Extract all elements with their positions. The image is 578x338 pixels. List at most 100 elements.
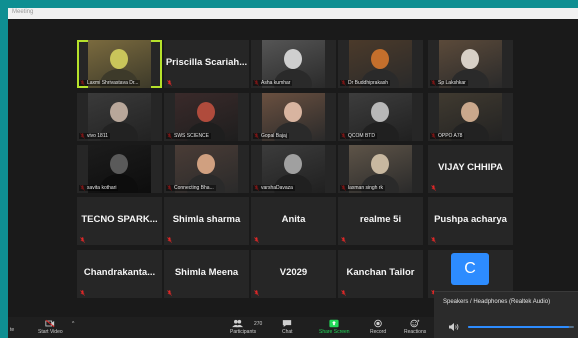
participant-name: TECNO SPARK... <box>81 214 158 225</box>
participant-tile[interactable]: realme 5i <box>338 197 423 245</box>
participant-tile[interactable]: Priscilla Scariah... <box>164 40 249 88</box>
participant-tile[interactable]: Shimla Meena <box>164 250 249 298</box>
participant-tile[interactable]: OPPO A78 <box>428 93 513 141</box>
participants-button[interactable]: 270 Participants <box>230 319 262 335</box>
participant-name: Kanchan Tailor <box>346 267 415 278</box>
volume-slider[interactable] <box>468 326 574 328</box>
mic-muted-icon <box>80 237 85 243</box>
participant-tile[interactable]: Pushpa acharya <box>428 197 513 245</box>
participant-tile[interactable]: Gopal Bajaj <box>251 93 336 141</box>
audio-device-popup: Speakers / Headphones (Realtek Audio) <box>434 291 578 338</box>
participant-name: Chandrakanta... <box>83 267 156 278</box>
participant-name: realme 5i <box>359 214 402 225</box>
participant-tile[interactable]: VIJAY CHHIPA <box>428 145 513 193</box>
volume-slider-fill <box>468 326 569 328</box>
participant-name: Anita <box>281 214 306 225</box>
window-titlebar: Meeting <box>8 8 578 19</box>
participant-name: Pushpa acharya <box>434 214 507 225</box>
toolbar-partial-item[interactable]: te <box>10 327 14 333</box>
participant-name: Priscilla Scariah... <box>165 57 248 68</box>
gallery-view: Laxmi Shrivastava Dr... Priscilla Scariah… <box>8 19 578 317</box>
participant-name: Shimla Meena <box>174 267 239 278</box>
caret-up-icon: ^ <box>72 321 75 327</box>
participant-silhouette <box>461 49 479 69</box>
participant-silhouette <box>110 154 128 174</box>
participant-silhouette <box>284 154 302 174</box>
participant-caption: Gopal Bajaj <box>253 133 289 139</box>
mic-muted-icon <box>341 237 346 243</box>
reactions-button[interactable]: Reactions <box>404 319 426 335</box>
toolbar-partial-label: te <box>10 327 15 333</box>
participant-caption: Connecting Bha... <box>166 185 216 191</box>
participant-silhouette <box>371 49 389 69</box>
participant-caption: Sp Lakshkar <box>430 80 468 86</box>
participant-caption: SWS SCIENCE <box>166 133 212 139</box>
participant-caption: laxman singh rk <box>340 185 386 191</box>
mic-muted-icon <box>167 80 172 86</box>
participant-tile[interactable]: Shimla sharma <box>164 197 249 245</box>
smiley-plus-icon <box>410 319 420 328</box>
participant-caption: OPPO A78 <box>430 133 465 139</box>
share-screen-label: Share Screen <box>319 329 350 335</box>
record-label: Record <box>370 329 387 335</box>
mic-muted-icon <box>341 290 346 296</box>
mic-muted-icon <box>431 185 436 191</box>
participants-count: 270 <box>254 321 263 327</box>
participant-tile[interactable]: Laxmi Shrivastava Dr... <box>77 40 162 88</box>
participant-tile[interactable]: Dr Buddhiprakash <box>338 40 423 88</box>
video-options-caret[interactable]: ^ <box>72 321 74 327</box>
participant-tile[interactable]: Asha kumhar <box>251 40 336 88</box>
participant-caption: varshaDavaza <box>253 185 295 191</box>
video-off-icon <box>45 319 55 328</box>
participant-tile[interactable]: Sp Lakshkar <box>428 40 513 88</box>
speaker-volume-icon <box>449 323 459 331</box>
participant-tile[interactable]: Anita <box>251 197 336 245</box>
participant-avatar: C <box>451 253 489 285</box>
participant-tile[interactable]: V2029 <box>251 250 336 298</box>
reactions-label: Reactions <box>404 329 427 335</box>
participant-tile[interactable]: vivo 1811 <box>77 93 162 141</box>
participant-caption: Dr Buddhiprakash <box>340 80 391 86</box>
share-screen-button[interactable]: Share Screen <box>319 319 350 335</box>
mic-muted-icon <box>254 237 259 243</box>
participant-silhouette <box>197 102 215 122</box>
start-video-button[interactable]: Start Video <box>38 319 63 335</box>
participant-tile[interactable]: TECNO SPARK... <box>77 197 162 245</box>
participant-tile[interactable]: savita kothari <box>77 145 162 193</box>
chat-button[interactable]: Chat <box>282 319 293 335</box>
participant-silhouette <box>110 49 128 69</box>
participant-caption: QCOM BTD <box>340 133 377 139</box>
participant-silhouette <box>197 154 215 174</box>
participant-name: VIJAY CHHIPA <box>438 162 503 173</box>
participant-tile[interactable]: QCOM BTD <box>338 93 423 141</box>
participant-silhouette <box>371 102 389 122</box>
participant-silhouette <box>110 102 128 122</box>
participant-caption: vivo 1811 <box>79 133 111 139</box>
participant-tile[interactable]: Connecting Bha... <box>164 145 249 193</box>
mic-muted-icon <box>167 237 172 243</box>
mic-muted-icon <box>80 290 85 296</box>
participant-silhouette <box>461 102 479 122</box>
mic-muted-icon <box>431 237 436 243</box>
participant-tile[interactable]: Chandrakanta... <box>77 250 162 298</box>
participant-tile[interactable]: varshaDavaza <box>251 145 336 193</box>
participant-caption: Asha kumhar <box>253 80 293 86</box>
meeting-window: Meeting Laxmi Shrivastava Dr... Priscilla… <box>8 8 578 338</box>
participant-caption: Laxmi Shrivastava Dr... <box>79 80 141 86</box>
participants-label: Participants <box>230 329 257 335</box>
record-icon <box>374 319 382 328</box>
participant-silhouette <box>371 154 389 174</box>
chat-label: Chat <box>282 329 293 335</box>
participant-tile[interactable]: laxman singh rk <box>338 145 423 193</box>
participant-tile[interactable]: Kanchan Tailor <box>338 250 423 298</box>
chat-bubble-icon <box>283 320 292 327</box>
participant-silhouette <box>284 102 302 122</box>
participant-tile[interactable]: SWS SCIENCE <box>164 93 249 141</box>
record-button[interactable]: Record <box>370 319 386 335</box>
speaker-device-name[interactable]: Speakers / Headphones (Realtek Audio) <box>443 299 550 305</box>
participant-silhouette <box>284 49 302 69</box>
mic-muted-icon <box>167 290 172 296</box>
participant-name: V2029 <box>279 267 308 278</box>
start-video-label: Start Video <box>38 329 63 335</box>
mic-muted-icon <box>254 290 259 296</box>
